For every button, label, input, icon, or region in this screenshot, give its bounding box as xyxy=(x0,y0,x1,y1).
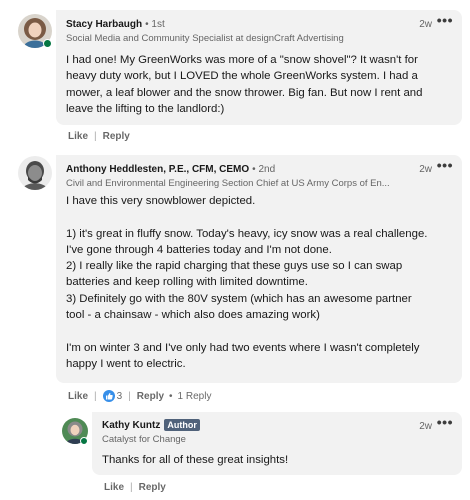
reaction-count[interactable]: 3 xyxy=(117,391,123,402)
comment-header: Stacy Harbaugh • 1st xyxy=(66,19,165,30)
comment-text: I have this very snowblower depicted. 1)… xyxy=(66,193,427,372)
ellipsis-icon[interactable]: ••• xyxy=(437,415,453,429)
divider: | xyxy=(94,390,97,402)
comment-line: batteries and keep rolling with limited … xyxy=(66,276,308,289)
divider: | xyxy=(94,131,97,142)
comment-line: 2) I really like the rapid charging that… xyxy=(66,260,403,273)
comment-line: I have this very snowblower depicted. xyxy=(66,195,256,207)
comment-timestamp: 2w xyxy=(419,164,432,175)
like-button[interactable]: Like xyxy=(68,391,88,402)
comment-line: Thanks for all of these great insights! xyxy=(102,454,289,466)
comment-line: 1) it's great in fluffy snow. Today's he… xyxy=(66,227,428,240)
author-name[interactable]: Stacy Harbaugh xyxy=(66,19,142,30)
author-headline: Catalyst for Change xyxy=(102,434,186,445)
comment-line: mower, a leaf blower and the snow throwe… xyxy=(66,86,423,99)
comment-line: I had one! My GreenWorks was more of a "… xyxy=(66,54,418,66)
author-badge: Author xyxy=(164,419,200,431)
like-button[interactable]: Like xyxy=(68,131,88,142)
author-headline: Social Media and Community Specialist at… xyxy=(66,33,344,44)
online-status-icon xyxy=(43,39,52,48)
comment-line: I've gone through 4 batteries today and … xyxy=(66,243,332,256)
divider: | xyxy=(128,390,131,402)
comment-line xyxy=(66,209,427,225)
like-button[interactable]: Like xyxy=(104,482,124,493)
ellipsis-icon[interactable]: ••• xyxy=(437,13,453,27)
comment-line: heavy duty work, but I LOVED the whole G… xyxy=(66,70,418,83)
reply-button[interactable]: Reply xyxy=(137,391,164,402)
author-headline: Civil and Environmental Engineering Sect… xyxy=(66,178,390,189)
comment-timestamp: 2w xyxy=(419,421,432,432)
comment-line: leave the lifting to the landlord:) xyxy=(66,102,225,115)
comment-header: Anthony Heddlesten, P.E., CFM, CEMO • 2n… xyxy=(66,164,275,175)
comment-text: Thanks for all of these great insights! xyxy=(102,452,288,468)
comment-actions: Like | 3 | Reply • 1 Reply xyxy=(68,390,211,402)
ellipsis-icon[interactable]: ••• xyxy=(437,158,453,172)
comment-line xyxy=(66,323,427,339)
comment-bubble: Anthony Heddlesten, P.E., CFM, CEMO • 2n… xyxy=(56,155,462,383)
replies-count-link[interactable]: 1 Reply xyxy=(178,391,212,402)
connection-degree: • 1st xyxy=(145,19,165,30)
author-name[interactable]: Kathy Kuntz xyxy=(102,420,160,431)
reply-button[interactable]: Reply xyxy=(103,131,130,142)
comment-bubble: Stacy Harbaugh • 1st Social Media and Co… xyxy=(56,10,462,125)
comment-line: I'm on winter 3 and I've only had two ev… xyxy=(66,341,420,354)
comment-text: I had one! My GreenWorks was more of a "… xyxy=(66,52,422,117)
comment-actions: Like | Reply xyxy=(68,131,130,142)
comment-line: 3) Definitely go with the 80V system (wh… xyxy=(66,292,412,305)
connection-degree: • 2nd xyxy=(252,164,276,175)
comment-line: happy I went to electric. xyxy=(66,357,186,370)
online-status-icon xyxy=(80,437,88,445)
author-name[interactable]: Anthony Heddlesten, P.E., CFM, CEMO xyxy=(66,164,249,175)
comment-header: Kathy Kuntz Author xyxy=(102,419,200,431)
divider: | xyxy=(130,482,133,493)
like-reaction-icon[interactable] xyxy=(102,390,115,402)
reply-button[interactable]: Reply xyxy=(139,482,166,493)
comment-timestamp: 2w xyxy=(419,19,432,30)
bullet-separator: • xyxy=(169,390,173,402)
comment-bubble: Kathy Kuntz Author Catalyst for Change 2… xyxy=(92,412,462,475)
avatar-anthony[interactable] xyxy=(18,156,52,190)
comment-line: tool - a chainsaw - which also does amaz… xyxy=(66,309,320,322)
comment-actions: Like | Reply xyxy=(104,482,166,493)
